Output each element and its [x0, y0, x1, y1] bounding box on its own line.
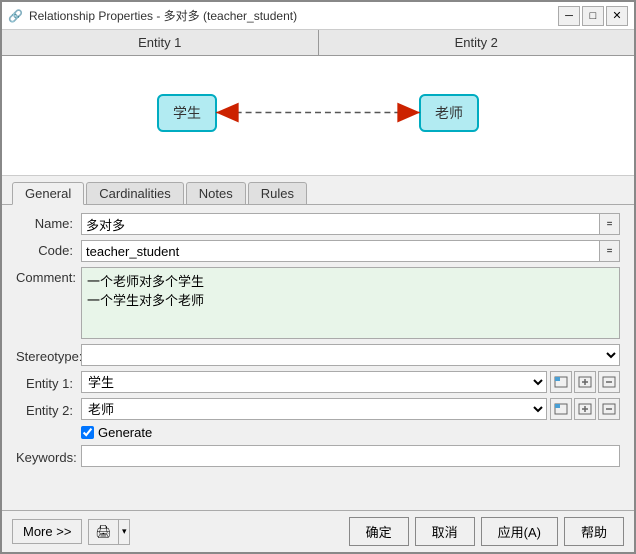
- comment-row: Comment: 一个老师对多个学生 一个学生对多个老师: [16, 267, 620, 339]
- stereotype-row: Stereotype:: [16, 344, 620, 366]
- title-buttons: ─ □ ✕: [558, 6, 628, 26]
- stereotype-label: Stereotype:: [16, 346, 81, 364]
- entity2-btn2[interactable]: [574, 398, 596, 420]
- comment-textarea[interactable]: 一个老师对多个学生 一个学生对多个老师: [81, 267, 620, 339]
- form-area: Name: = Code: = Comment: 一个老师对多个学生 一个学生对…: [2, 205, 634, 510]
- title-left: 🔗 Relationship Properties - 多对多 (teacher…: [8, 7, 297, 24]
- entity-box-student: 学生: [157, 94, 217, 132]
- entity-tab-2[interactable]: Entity 2: [319, 30, 635, 55]
- name-label: Name:: [16, 213, 81, 231]
- entity1-btn3[interactable]: [598, 371, 620, 393]
- name-row: Name: =: [16, 213, 620, 235]
- entity2-btns: [550, 398, 620, 420]
- tab-notes[interactable]: Notes: [186, 182, 246, 204]
- maximize-button[interactable]: □: [582, 6, 604, 26]
- title-bar: 🔗 Relationship Properties - 多对多 (teacher…: [2, 2, 634, 30]
- stereotype-select[interactable]: [81, 344, 620, 366]
- entity1-btn2[interactable]: [574, 371, 596, 393]
- tabs-row: General Cardinalities Notes Rules: [2, 176, 634, 205]
- tab-cardinalities[interactable]: Cardinalities: [86, 182, 184, 204]
- entity2-label: Entity 2:: [16, 400, 81, 418]
- entity1-btn1[interactable]: [550, 371, 572, 393]
- entity1-label: Entity 1:: [16, 373, 81, 391]
- print-icon: 🖨: [89, 520, 119, 544]
- name-field-wrapper: =: [81, 213, 620, 235]
- more-button[interactable]: More >>: [12, 519, 82, 544]
- code-field-wrapper: =: [81, 240, 620, 262]
- generate-checkbox[interactable]: [81, 426, 94, 439]
- bottom-bar: More >> 🖨 ▾ 确定 取消 应用(A) 帮助: [2, 510, 634, 552]
- code-label: Code:: [16, 240, 81, 258]
- entity2-select[interactable]: 老师: [81, 398, 547, 420]
- main-window: 🔗 Relationship Properties - 多对多 (teacher…: [0, 0, 636, 554]
- confirm-button[interactable]: 确定: [349, 517, 409, 546]
- entity1-select[interactable]: 学生: [81, 371, 547, 393]
- keywords-label: Keywords:: [16, 447, 81, 465]
- entity1-btns: [550, 371, 620, 393]
- entity-label-teacher: 老师: [435, 103, 463, 123]
- entity-box-teacher: 老师: [419, 94, 479, 132]
- entity-tabs: Entity 1 Entity 2: [2, 30, 634, 56]
- print-button[interactable]: 🖨 ▾: [88, 519, 130, 545]
- code-ellipsis-btn[interactable]: =: [600, 240, 620, 262]
- entity2-btn3[interactable]: [598, 398, 620, 420]
- entity1-row: Entity 1: 学生: [16, 371, 620, 393]
- entity2-row: Entity 2: 老师: [16, 398, 620, 420]
- window-title: Relationship Properties - 多对多 (teacher_s…: [29, 7, 297, 24]
- tab-general[interactable]: General: [12, 182, 84, 205]
- entity-label-student: 学生: [173, 103, 201, 123]
- window-icon: 🔗: [8, 9, 23, 23]
- help-button[interactable]: 帮助: [564, 517, 624, 546]
- name-ellipsis-btn[interactable]: =: [600, 213, 620, 235]
- cancel-button[interactable]: 取消: [415, 517, 475, 546]
- keywords-input[interactable]: [81, 445, 620, 467]
- keywords-row: Keywords:: [16, 445, 620, 467]
- name-input[interactable]: [81, 213, 600, 235]
- apply-button[interactable]: 应用(A): [481, 517, 558, 546]
- arrow-left: [216, 103, 239, 123]
- print-dropdown-arrow[interactable]: ▾: [119, 520, 130, 544]
- code-row: Code: =: [16, 240, 620, 262]
- diagram-area: 学生 老师: [2, 56, 634, 176]
- code-input[interactable]: [81, 240, 600, 262]
- generate-label[interactable]: Generate: [98, 425, 152, 440]
- tab-rules[interactable]: Rules: [248, 182, 307, 204]
- entity2-btn1[interactable]: [550, 398, 572, 420]
- close-button[interactable]: ✕: [606, 6, 628, 26]
- entity-tab-1[interactable]: Entity 1: [2, 30, 319, 55]
- generate-row: Generate: [16, 425, 620, 440]
- comment-label: Comment:: [16, 267, 81, 285]
- diagram-svg: [2, 56, 634, 175]
- minimize-button[interactable]: ─: [558, 6, 580, 26]
- arrow-right: [397, 103, 420, 123]
